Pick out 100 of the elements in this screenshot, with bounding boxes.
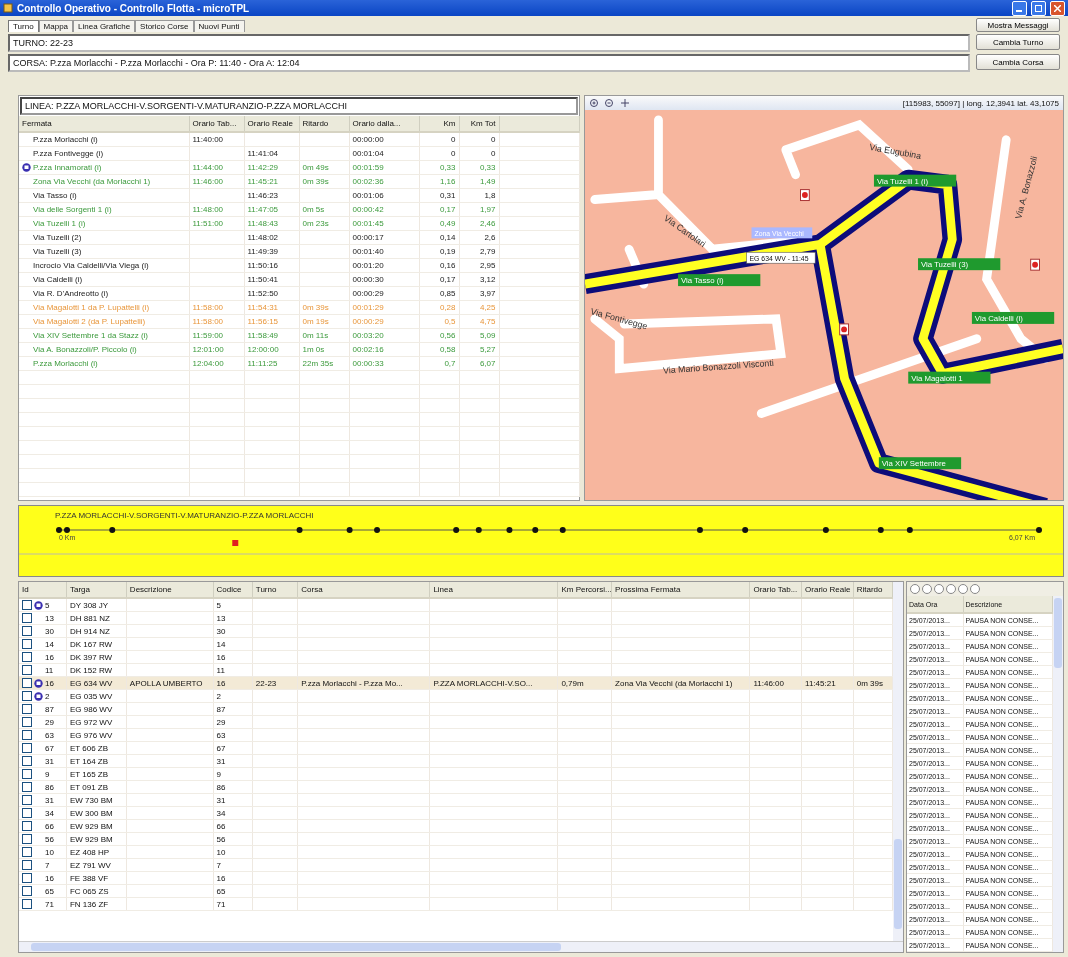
vertical-scrollbar[interactable] — [893, 582, 903, 941]
vehicle-row[interactable]: 65 FC 065 ZS 65 — [19, 884, 893, 898]
vehicle-row[interactable]: 31 ET 164 ZB 31 — [19, 754, 893, 768]
stop-label[interactable]: Via Tuzelli (3) — [918, 258, 1001, 271]
stop-dot[interactable] — [696, 527, 703, 533]
checkbox[interactable] — [22, 730, 32, 740]
checkbox[interactable] — [22, 613, 32, 623]
circle-icon[interactable] — [958, 584, 968, 594]
checkbox[interactable] — [22, 678, 32, 688]
stop-dot[interactable] — [346, 527, 353, 533]
vehicle-row[interactable]: 16 DK 397 RW 16 — [19, 650, 893, 664]
vehicle-row[interactable]: 67 ET 606 ZB 67 — [19, 741, 893, 755]
stop-dot[interactable] — [877, 527, 884, 533]
vehicle-row[interactable]: 16 FE 388 VF 16 — [19, 871, 893, 885]
show-messages-button[interactable]: Mostra Messaggi — [976, 18, 1060, 32]
pan-icon[interactable] — [619, 98, 631, 108]
column-header[interactable]: Orario Reale — [801, 582, 854, 598]
vehicle-row[interactable]: 10 EZ 408 HP 10 — [19, 845, 893, 859]
vehicle-row[interactable]: 16 EG 634 WV APOLLA UMBERTO 16 22-23 P.zza Morlacchi - P.zza Mo... P.ZZA MORLACCHI-V.SO... 0,79m Zona Via Vecchi (da Morlacchi 1) 11:46:00 11:45:21 0m 39s — [19, 676, 893, 690]
checkbox[interactable] — [22, 860, 32, 870]
close-button[interactable] — [1050, 0, 1065, 16]
stop-dot[interactable] — [742, 527, 749, 533]
tab[interactable]: Nuovi Punti — [193, 20, 245, 32]
column-header[interactable]: Codice — [213, 582, 253, 598]
horizontal-scrollbar[interactable] — [19, 941, 903, 952]
stop-dot[interactable] — [506, 527, 513, 533]
stop-dot[interactable] — [374, 527, 381, 533]
column-header[interactable]: Km — [419, 116, 459, 132]
column-header[interactable]: Orario Tab... — [749, 582, 802, 598]
column-header[interactable]: Orario Tab... — [189, 116, 244, 132]
checkbox[interactable] — [22, 600, 32, 610]
vehicle-row[interactable]: 14 DK 167 RW 14 — [19, 637, 893, 651]
checkbox[interactable] — [22, 899, 32, 909]
column-header[interactable]: Descrizione — [126, 582, 214, 598]
stop-dot[interactable] — [559, 527, 566, 533]
column-header[interactable]: Linea — [429, 582, 558, 598]
circle-icon[interactable] — [910, 584, 920, 594]
stop-label[interactable]: Via Tasso (i) — [678, 274, 761, 287]
vehicle-row[interactable]: 86 ET 091 ZB 86 — [19, 780, 893, 794]
stop-dot[interactable] — [109, 527, 116, 533]
circle-icon[interactable] — [946, 584, 956, 594]
checkbox[interactable] — [22, 795, 32, 805]
stop-dot[interactable] — [822, 527, 829, 533]
vehicle-row[interactable]: 66 EW 929 BM 66 — [19, 819, 893, 833]
vehicle-row[interactable]: 7 EZ 791 WV 7 — [19, 858, 893, 872]
column-header[interactable]: Orario dalla... — [349, 116, 419, 132]
stop-dot[interactable] — [475, 527, 482, 533]
column-header[interactable]: Orario Reale — [244, 116, 299, 132]
vehicle-row[interactable]: 56 EW 929 BM 56 — [19, 832, 893, 846]
checkbox[interactable] — [22, 639, 32, 649]
stop-dot[interactable] — [532, 527, 539, 533]
tab[interactable]: Linea Grafiche — [73, 20, 136, 32]
column-header[interactable]: Corsa — [297, 582, 430, 598]
stop-dot[interactable] — [64, 527, 70, 533]
checkbox[interactable] — [22, 717, 32, 727]
change-shift-button[interactable]: Cambia Turno — [976, 34, 1060, 50]
tab[interactable]: Storico Corse — [135, 20, 194, 32]
circle-icon[interactable] — [922, 584, 932, 594]
checkbox[interactable] — [22, 743, 32, 753]
checkbox[interactable] — [22, 652, 32, 662]
stop-dot[interactable] — [296, 527, 303, 533]
minimize-button[interactable] — [1012, 0, 1027, 16]
vehicle-row[interactable]: 30 DH 914 NZ 30 — [19, 624, 893, 638]
checkbox[interactable] — [22, 821, 32, 831]
zoom-in-icon[interactable] — [589, 98, 601, 108]
column-header[interactable]: Fermata — [19, 116, 189, 132]
checkbox[interactable] — [22, 626, 32, 636]
stop-label[interactable]: Via Caldelli (i) — [971, 311, 1055, 324]
checkbox[interactable] — [22, 756, 32, 766]
maximize-button[interactable] — [1031, 0, 1046, 16]
vehicle-row[interactable]: 13 DH 881 NZ 13 — [19, 611, 893, 625]
stop-dot[interactable] — [1036, 527, 1042, 533]
checkbox[interactable] — [22, 873, 32, 883]
tab[interactable]: Turno — [8, 20, 39, 32]
circle-icon[interactable] — [970, 584, 980, 594]
circle-icon[interactable] — [934, 584, 944, 594]
stop-dot[interactable] — [453, 527, 460, 533]
checkbox[interactable] — [22, 834, 32, 844]
column-header[interactable]: Km Percorsi... — [557, 582, 612, 598]
stop-dot[interactable] — [906, 527, 913, 533]
stop-label[interactable]: Via XIV Settembre — [878, 457, 962, 470]
checkbox[interactable] — [22, 847, 32, 857]
zoom-out-icon[interactable] — [604, 98, 616, 108]
vehicle-row[interactable]: 34 EW 300 BM 34 — [19, 806, 893, 820]
vertical-scrollbar[interactable] — [1053, 596, 1063, 952]
column-header[interactable]: Prossima Fermata — [611, 582, 750, 598]
column-header[interactable]: Targa — [66, 582, 127, 598]
checkbox[interactable] — [22, 782, 32, 792]
checkbox[interactable] — [22, 769, 32, 779]
vehicle-row[interactable]: 87 EG 986 WV 87 — [19, 702, 893, 716]
stop-label[interactable]: Via Tuzelli 1 (i) — [873, 174, 957, 187]
checkbox[interactable] — [22, 691, 32, 701]
vehicle-row[interactable]: 11 DK 152 RW 11 — [19, 663, 893, 677]
vehicle-row[interactable]: 63 EG 976 WV 63 — [19, 728, 893, 742]
checkbox[interactable] — [22, 704, 32, 714]
vehicle-row[interactable]: 31 EW 730 BM 31 — [19, 793, 893, 807]
vehicle-row[interactable]: 2 EG 035 WV 2 — [19, 689, 893, 703]
stop-dot[interactable] — [56, 527, 62, 533]
change-trip-button[interactable]: Cambia Corsa — [976, 54, 1060, 70]
column-header[interactable]: Ritardo — [299, 116, 349, 132]
